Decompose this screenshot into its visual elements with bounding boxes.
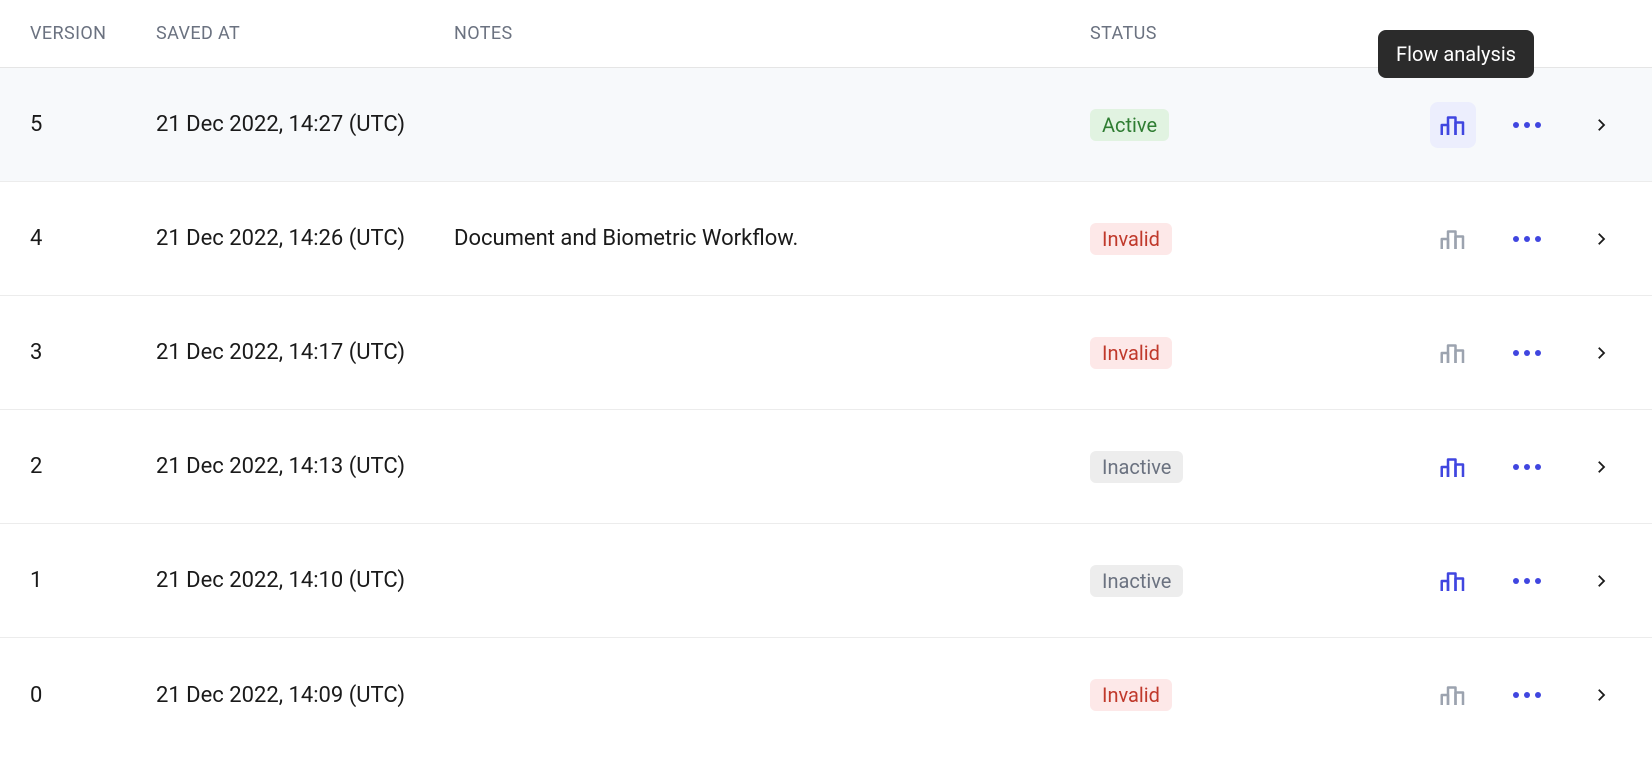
flow-analysis-button[interactable]: [1430, 216, 1476, 262]
cell-saved-at: 21 Dec 2022, 14:27 (UTC): [152, 112, 450, 137]
cell-actions: [1316, 330, 1652, 376]
bar-chart-icon: [1438, 224, 1468, 254]
cell-version: 5: [0, 112, 152, 137]
table-row: 221 Dec 2022, 14:13 (UTC) Inactive: [0, 410, 1652, 524]
chevron-right-icon: [1592, 458, 1610, 476]
cell-version: 1: [0, 568, 152, 593]
chevron-right-icon: [1592, 230, 1610, 248]
status-badge: Invalid: [1090, 223, 1172, 255]
table-row: 121 Dec 2022, 14:10 (UTC) Inactive: [0, 524, 1652, 638]
versions-table: VERSION SAVED AT NOTES STATUS Flow analy…: [0, 0, 1652, 752]
cell-saved-at: 21 Dec 2022, 14:10 (UTC): [152, 568, 450, 593]
chevron-right-icon: [1592, 686, 1610, 704]
bar-chart-icon: [1438, 338, 1468, 368]
header-status: STATUS: [1086, 23, 1316, 44]
cell-status: Invalid: [1086, 679, 1316, 711]
cell-actions: [1316, 444, 1652, 490]
table-row: 321 Dec 2022, 14:17 (UTC) Invalid: [0, 296, 1652, 410]
open-version-button[interactable]: [1578, 444, 1624, 490]
status-badge: Invalid: [1090, 679, 1172, 711]
flow-analysis-tooltip: Flow analysis: [1378, 30, 1534, 78]
cell-saved-at: 21 Dec 2022, 14:17 (UTC): [152, 340, 450, 365]
more-horizontal-icon: [1513, 578, 1541, 584]
cell-status: Invalid: [1086, 337, 1316, 369]
cell-saved-at: 21 Dec 2022, 14:26 (UTC): [152, 226, 450, 251]
table-row: 421 Dec 2022, 14:26 (UTC)Document and Bi…: [0, 182, 1652, 296]
cell-saved-at: 21 Dec 2022, 14:13 (UTC): [152, 454, 450, 479]
status-badge: Active: [1090, 109, 1169, 141]
cell-saved-at: 21 Dec 2022, 14:09 (UTC): [152, 683, 450, 708]
open-version-button[interactable]: [1578, 558, 1624, 604]
table-row: 021 Dec 2022, 14:09 (UTC) Invalid: [0, 638, 1652, 752]
flow-analysis-button[interactable]: [1430, 558, 1476, 604]
bar-chart-icon: [1438, 110, 1468, 140]
status-badge: Inactive: [1090, 451, 1183, 483]
more-horizontal-icon: [1513, 236, 1541, 242]
cell-status: Inactive: [1086, 451, 1316, 483]
more-actions-button[interactable]: [1504, 672, 1550, 718]
status-badge: Invalid: [1090, 337, 1172, 369]
flow-analysis-button[interactable]: [1430, 672, 1476, 718]
cell-version: 3: [0, 340, 152, 365]
cell-version: 0: [0, 683, 152, 708]
more-actions-button[interactable]: [1504, 216, 1550, 262]
more-actions-button[interactable]: [1504, 330, 1550, 376]
more-actions-button[interactable]: [1504, 102, 1550, 148]
chevron-right-icon: [1592, 344, 1610, 362]
cell-version: 2: [0, 454, 152, 479]
cell-actions: [1316, 102, 1652, 148]
more-horizontal-icon: [1513, 464, 1541, 470]
cell-version: 4: [0, 226, 152, 251]
more-actions-button[interactable]: [1504, 444, 1550, 490]
table-row: 521 Dec 2022, 14:27 (UTC) Active: [0, 68, 1652, 182]
more-actions-button[interactable]: [1504, 558, 1550, 604]
bar-chart-icon: [1438, 680, 1468, 710]
more-horizontal-icon: [1513, 692, 1541, 698]
header-version: VERSION: [0, 23, 152, 44]
cell-status: Active: [1086, 109, 1316, 141]
cell-actions: [1316, 672, 1652, 718]
open-version-button[interactable]: [1578, 102, 1624, 148]
flow-analysis-button[interactable]: [1430, 102, 1476, 148]
open-version-button[interactable]: [1578, 330, 1624, 376]
open-version-button[interactable]: [1578, 672, 1624, 718]
table-header-row: VERSION SAVED AT NOTES STATUS Flow analy…: [0, 0, 1652, 68]
more-horizontal-icon: [1513, 350, 1541, 356]
flow-analysis-button[interactable]: [1430, 330, 1476, 376]
cell-actions: [1316, 558, 1652, 604]
cell-status: Invalid: [1086, 223, 1316, 255]
header-notes: NOTES: [450, 23, 1086, 44]
open-version-button[interactable]: [1578, 216, 1624, 262]
cell-status: Inactive: [1086, 565, 1316, 597]
cell-notes: Document and Biometric Workflow.: [450, 226, 1086, 251]
flow-analysis-button[interactable]: [1430, 444, 1476, 490]
chevron-right-icon: [1592, 116, 1610, 134]
header-saved-at: SAVED AT: [152, 23, 450, 44]
chevron-right-icon: [1592, 572, 1610, 590]
bar-chart-icon: [1438, 566, 1468, 596]
bar-chart-icon: [1438, 452, 1468, 482]
more-horizontal-icon: [1513, 122, 1541, 128]
status-badge: Inactive: [1090, 565, 1183, 597]
cell-actions: [1316, 216, 1652, 262]
